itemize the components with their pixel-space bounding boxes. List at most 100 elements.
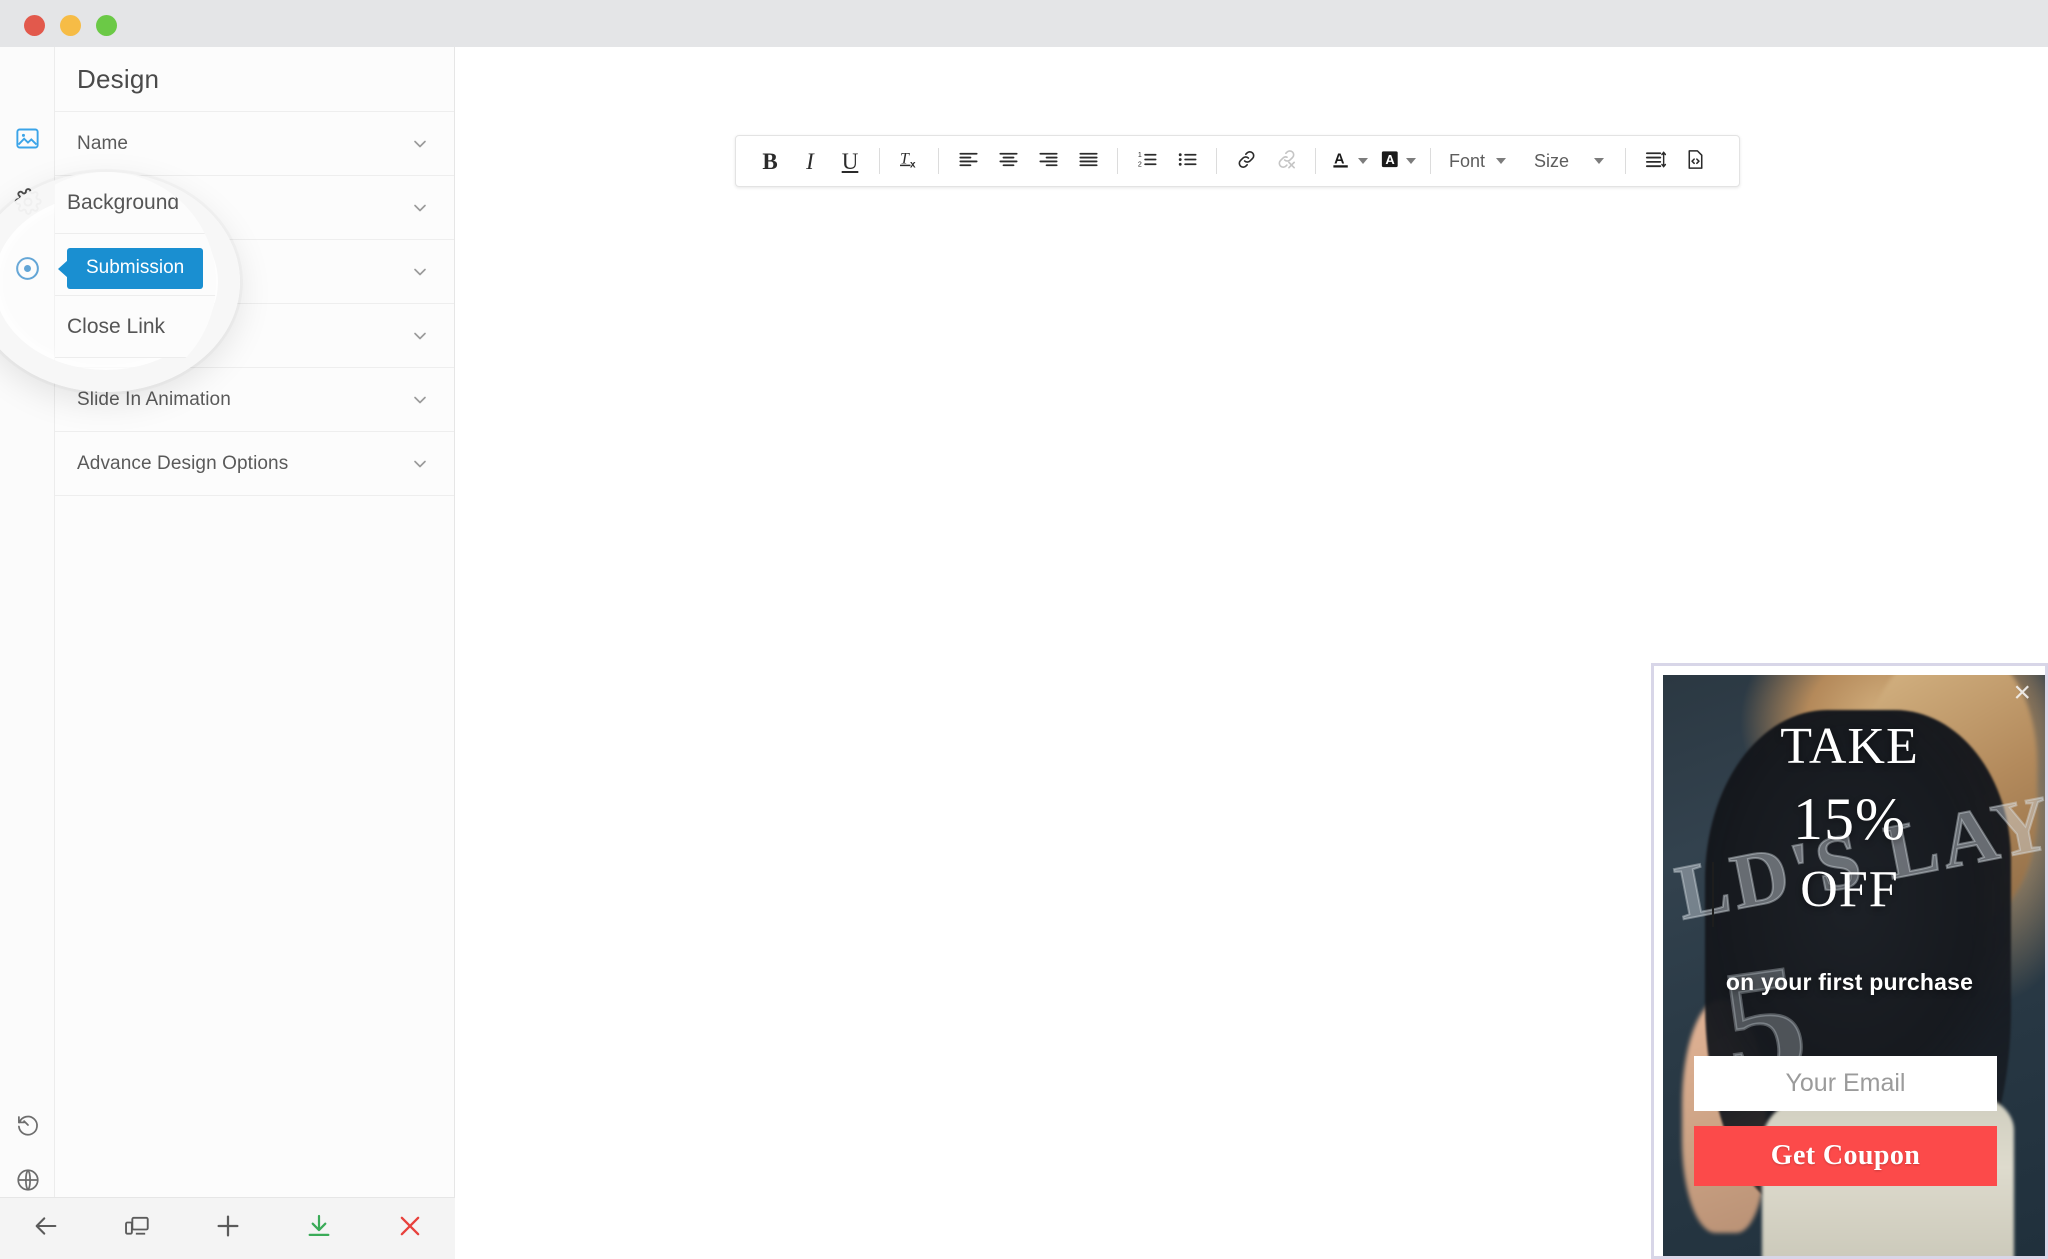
get-coupon-button[interactable]: Get Coupon	[1694, 1126, 1997, 1186]
italic-icon: I	[806, 148, 814, 174]
plus-icon	[213, 1211, 243, 1246]
traffic-lights	[24, 15, 117, 36]
font-dropdown[interactable]: Font	[1440, 141, 1515, 181]
gear-icon	[14, 188, 42, 216]
toolbar-divider	[1625, 148, 1627, 174]
accordion-submission[interactable]: Submission	[55, 240, 454, 304]
sidebar-header: Design	[55, 47, 454, 112]
ordered-list-icon: 1 2	[1136, 148, 1159, 175]
chevron-down-icon[interactable]	[410, 198, 430, 218]
size-dropdown[interactable]: Size	[1525, 141, 1613, 181]
chevron-down-icon[interactable]	[410, 134, 430, 154]
link-button[interactable]	[1226, 141, 1266, 181]
align-justify-button[interactable]	[1068, 141, 1108, 181]
ordered-list-button[interactable]: 1 2	[1127, 141, 1167, 181]
source-code-button[interactable]	[1675, 141, 1715, 181]
chevron-down-icon[interactable]	[1405, 158, 1416, 164]
remove-format-button[interactable]: T x	[889, 141, 929, 181]
toolbar-divider	[879, 148, 880, 174]
chevron-down-icon[interactable]	[410, 326, 430, 346]
download-icon	[305, 1212, 333, 1245]
close-window-button[interactable]	[24, 15, 45, 36]
popup-headline-percent: 15%	[1793, 786, 1906, 853]
underline-button[interactable]: U	[830, 141, 870, 181]
svg-text:A: A	[1385, 151, 1394, 166]
accordion-name[interactable]: Name	[55, 112, 454, 176]
text-cursor-caret	[1712, 862, 1714, 927]
accordion-background[interactable]: Background	[55, 176, 454, 240]
accordion-slide-in-animation-label: Slide In Animation	[77, 388, 231, 410]
align-right-icon	[1037, 148, 1060, 175]
align-justify-icon	[1077, 148, 1100, 175]
app-window: Design Name Background Submission	[0, 0, 2048, 1259]
bullet-list-button[interactable]	[1167, 141, 1207, 181]
toolbar-divider	[1117, 148, 1118, 174]
sidebar-bottom-toolbar	[0, 1197, 455, 1259]
accordion-advance-design-options[interactable]: Advance Design Options	[55, 432, 454, 496]
svg-text:x: x	[910, 160, 916, 171]
underline-icon: U	[841, 148, 859, 174]
image-icon	[14, 125, 41, 152]
popup-headline-take: TAKE	[1780, 718, 1919, 775]
email-field[interactable]: Your Email	[1694, 1056, 1997, 1111]
popup-headline-group[interactable]: TAKE 15% OFF on your first purchase	[1654, 718, 2045, 996]
window-titlebar	[0, 0, 2048, 47]
popup-close-icon[interactable]: ×	[2013, 678, 2031, 708]
target-icon	[14, 255, 41, 282]
popup-campaign-preview[interactable]: 5 LD'S LAYE × TAKE 15% OFF on your first…	[1651, 663, 2048, 1259]
globe-icon	[15, 1167, 41, 1193]
bold-button[interactable]: B	[750, 141, 790, 181]
background-color-icon: A	[1379, 148, 1402, 175]
popup-subheadline: on your first purchase	[1725, 969, 1974, 996]
toolbar-divider	[1430, 148, 1431, 174]
rail-item-image[interactable]	[0, 115, 55, 161]
align-right-button[interactable]	[1028, 141, 1068, 181]
toolbar-divider	[1315, 148, 1316, 174]
toolbar-divider	[938, 148, 939, 174]
accordion-slide-in-animation[interactable]: Slide In Animation	[55, 368, 454, 432]
devices-icon	[123, 1212, 151, 1245]
devices-button[interactable]	[91, 1198, 182, 1259]
close-button[interactable]	[364, 1198, 455, 1259]
bullet-list-icon	[1176, 148, 1199, 175]
chevron-down-icon[interactable]	[1357, 158, 1368, 164]
chevron-down-icon[interactable]	[410, 262, 430, 282]
chevron-down-icon[interactable]	[1594, 158, 1605, 164]
align-left-button[interactable]	[948, 141, 988, 181]
align-center-icon	[997, 148, 1020, 175]
line-height-icon	[1644, 148, 1667, 175]
left-icon-rail	[0, 47, 55, 1197]
save-button[interactable]	[273, 1198, 364, 1259]
rail-item-targeting[interactable]	[0, 245, 55, 291]
unlink-button[interactable]	[1266, 141, 1306, 181]
accordion-close-link[interactable]: Close Link	[55, 304, 454, 368]
text-color-icon: A	[1331, 148, 1354, 175]
arrow-left-icon	[32, 1212, 60, 1245]
italic-button[interactable]: I	[790, 141, 830, 181]
text-color-button[interactable]: A	[1325, 141, 1373, 181]
chevron-down-icon[interactable]	[1496, 158, 1507, 164]
font-dropdown-label: Font	[1449, 150, 1486, 171]
chevron-down-icon[interactable]	[410, 454, 430, 474]
rail-item-history[interactable]	[0, 1102, 55, 1148]
svg-text:2: 2	[1137, 160, 1141, 168]
zoom-window-button[interactable]	[96, 15, 117, 36]
back-button[interactable]	[0, 1198, 91, 1259]
close-x-icon	[396, 1212, 424, 1245]
align-center-button[interactable]	[988, 141, 1028, 181]
design-sidebar: Design Name Background Submission	[55, 47, 455, 1197]
chevron-down-icon[interactable]	[410, 390, 430, 410]
source-code-icon	[1684, 148, 1707, 175]
link-icon	[1235, 148, 1258, 175]
line-height-button[interactable]	[1635, 141, 1675, 181]
add-button[interactable]	[182, 1198, 273, 1259]
rail-item-settings[interactable]	[0, 179, 55, 225]
minimize-window-button[interactable]	[60, 15, 81, 36]
history-icon	[15, 1112, 41, 1138]
align-left-icon	[957, 148, 980, 175]
accordion-advance-design-options-label: Advance Design Options	[77, 452, 289, 474]
bold-icon: B	[762, 148, 778, 174]
size-dropdown-label: Size	[1534, 150, 1570, 171]
bg-color-button[interactable]: A	[1373, 141, 1421, 181]
svg-text:1: 1	[1137, 151, 1141, 159]
